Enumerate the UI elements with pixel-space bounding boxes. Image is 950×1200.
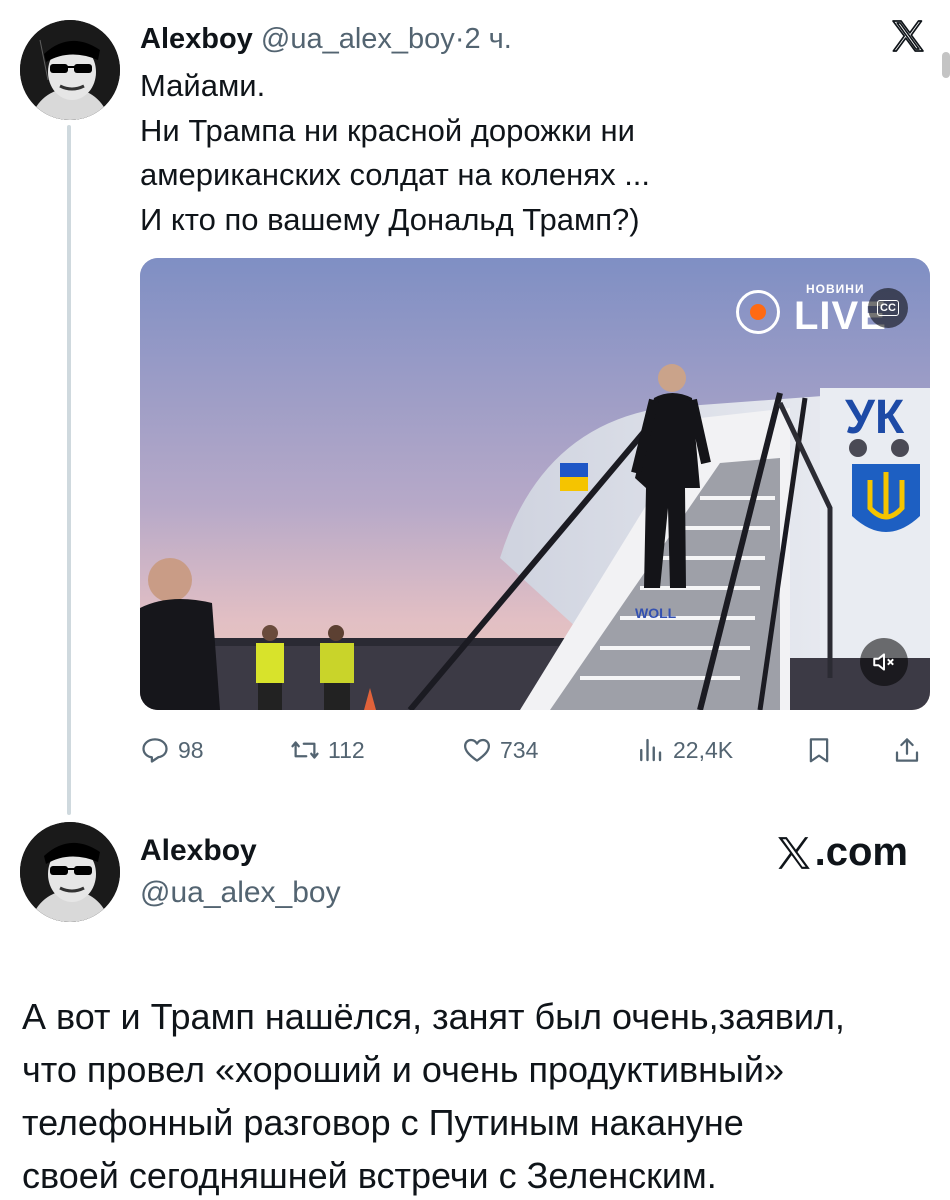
stair-lettering: WOLL bbox=[635, 605, 677, 621]
tweet-text: Майами. Ни Трампа ни красной дорожки ни … bbox=[140, 64, 900, 242]
mute-icon bbox=[873, 653, 894, 671]
card-text-line: телефонный разговор с Путиным накануне bbox=[22, 1102, 744, 1143]
card-text: А вот и Трамп нашёлся, занят был очень,з… bbox=[22, 990, 932, 1200]
author-name[interactable]: Alexboy bbox=[140, 23, 253, 55]
tweet-text-line: американских солдат на коленях ... bbox=[140, 157, 651, 192]
card-text-line: своей сегодняшней встречи с Зеленским. bbox=[22, 1155, 717, 1196]
aircraft-lettering: УК bbox=[845, 391, 905, 444]
mute-button[interactable] bbox=[860, 638, 908, 686]
brand-domain: .com bbox=[814, 830, 908, 874]
bookmark-button[interactable] bbox=[804, 730, 834, 770]
card-author-handle[interactable]: @ua_alex_boy bbox=[140, 876, 341, 910]
tweet-text-line: Майами. bbox=[140, 68, 266, 103]
x-logo-icon bbox=[777, 836, 810, 869]
avatar[interactable] bbox=[20, 822, 120, 922]
scrollbar-thumb[interactable] bbox=[942, 52, 950, 78]
avatar[interactable] bbox=[20, 20, 120, 120]
x-logo-icon bbox=[892, 20, 924, 52]
views-button[interactable]: 22,4K bbox=[635, 730, 733, 770]
repost-count: 112 bbox=[328, 736, 365, 763]
tweet-text-line: И кто по вашему Дональд Трамп?) bbox=[140, 201, 640, 237]
tweet-header: Alexboy @ua_alex_boy·2 ч. bbox=[140, 20, 512, 58]
author-handle[interactable]: @ua_alex_boy bbox=[261, 23, 455, 55]
share-button[interactable] bbox=[892, 730, 922, 770]
like-icon bbox=[464, 738, 490, 762]
reply-count: 98 bbox=[178, 736, 204, 763]
thread-connector-line bbox=[67, 125, 71, 815]
cc-label: CC bbox=[877, 300, 899, 316]
live-record-icon bbox=[736, 290, 780, 334]
cc-icon[interactable]: CC bbox=[868, 288, 908, 328]
bookmark-icon bbox=[809, 738, 829, 763]
card-author-name[interactable]: Alexboy bbox=[140, 834, 257, 868]
views-icon bbox=[640, 738, 662, 762]
card-text-line: А вот и Трамп нашёлся, занят был очень,з… bbox=[22, 996, 845, 1037]
card-text-line: что провел «хороший и очень продуктивный… bbox=[22, 1049, 785, 1090]
share-icon bbox=[895, 738, 919, 762]
tweet-action-bar: 98 112 734 22,4K bbox=[140, 730, 930, 770]
reply-button[interactable]: 98 bbox=[140, 730, 204, 770]
like-count: 734 bbox=[500, 736, 539, 763]
tweet-video[interactable]: УК WOLL НОВИНИ LIVE CC bbox=[140, 258, 930, 710]
x-com-brand: .com bbox=[775, 830, 908, 875]
reply-icon bbox=[142, 738, 168, 763]
tweet-text-line: Ни Трампа ни красной дорожки ни bbox=[140, 112, 635, 148]
like-button[interactable]: 734 bbox=[462, 730, 538, 770]
views-count: 22,4K bbox=[673, 736, 734, 763]
tweet-timestamp[interactable]: 2 ч. bbox=[464, 23, 511, 55]
retweet-icon bbox=[291, 741, 319, 759]
repost-button[interactable]: 112 bbox=[290, 730, 365, 770]
